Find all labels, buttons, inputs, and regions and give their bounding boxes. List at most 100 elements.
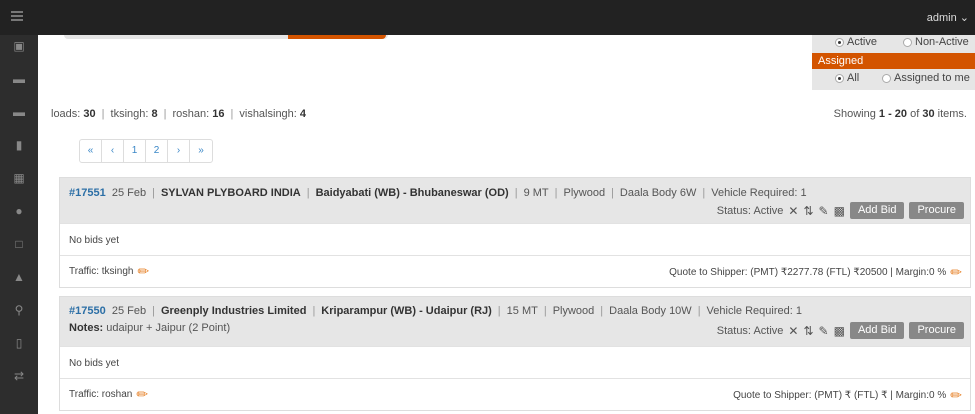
notes-label: Notes: [69,322,104,334]
radio-empty-icon [882,73,891,83]
load-weight: 9 MT [523,187,549,199]
showing-prefix: Showing [833,108,876,120]
count-value: 16 [212,108,225,120]
edit-quote-icon[interactable]: ✏ [950,265,962,279]
truck-icon[interactable]: ▬ [11,72,27,86]
pagination: « ‹ 1 2 › » [79,139,213,163]
assigned-all-label: All [847,72,860,84]
quote-text: Quote to Shipper: (PMT) ₹ (FTL) ₹ | Marg… [733,389,947,401]
chevron-down-icon: ⌄ [959,12,969,24]
close-icon[interactable]: ✕ [788,204,798,218]
load-card: #17551 25 Feb | SYLVAN PLYBOARD INDIA | Baid… [59,177,971,288]
next-page-button[interactable]: › [168,140,190,162]
filter-panel: Active Non-Active Assigned All Assigned … [812,35,975,90]
search-button[interactable] [288,35,386,39]
load-company: SYLVAN PLYBOARD INDIA [160,187,301,199]
document-icon[interactable]: □ [11,237,27,251]
load-summary: #17550 25 Feb | Greenply Industries Limite… [69,305,802,317]
chart-icon[interactable]: ▮ [11,138,27,152]
report-icon[interactable]: ▦ [11,171,27,185]
load-material: Plywood [563,187,606,199]
load-id-link[interactable]: #17550 [69,305,106,317]
last-page-button[interactable]: » [190,140,212,162]
load-status: Status: Active [716,204,784,217]
first-page-button[interactable]: « [80,140,102,162]
radio-selected-icon [835,37,844,47]
load-id-link[interactable]: #17551 [69,187,106,199]
load-card: #17550 25 Feb | Greenply Industries Limite… [59,296,971,411]
quote-info: Quote to Shipper: (PMT) ₹2277.78 (FTL) ₹… [669,265,962,279]
load-summary: #17551 25 Feb | SYLVAN PLYBOARD INDIA | Baid… [69,187,807,199]
retweet-icon[interactable]: ⇅ [803,204,813,218]
status-inactive-label: Non-Active [915,36,969,48]
assigned-me-label: Assigned to me [894,72,970,84]
add-bid-button[interactable]: Add Bid [849,322,905,339]
radio-selected-icon [835,73,844,83]
edit-quote-icon[interactable]: ✏ [950,388,962,402]
search-icon[interactable]: ⚲ [11,303,27,317]
status-active-radio[interactable]: Active [835,36,877,48]
hamburger-menu-icon[interactable] [11,11,23,21]
load-vehicle: Daala Body 10W [609,305,692,317]
edit-icon[interactable]: ✎ [819,324,829,338]
user-menu[interactable]: admin ⌄ [927,11,969,24]
assigned-me-radio[interactable]: Assigned to me [882,72,970,84]
bids-text: No bids yet [69,235,120,246]
prev-page-button[interactable]: ‹ [102,140,124,162]
assigned-all-radio[interactable]: All [835,72,859,84]
person-icon[interactable]: ● [11,204,27,218]
procure-button[interactable]: Procure [909,202,964,219]
count-value: 8 [151,108,158,120]
add-bid-button[interactable]: Add Bid [849,202,905,219]
load-status-area: Status: Active ✕ ⇅ ✎ ▩ Add Bid Procure [717,322,964,339]
bids-row: No bids yet [60,346,970,378]
load-route: Kriparampur (WB) - Udaipur (RJ) [321,305,492,317]
edit-traffic-icon[interactable]: ✏ [136,387,148,401]
traffic-row: Traffic: roshan ✏ Quote to Shipper: (PMT)… [60,378,970,410]
truck-moving-icon[interactable]: ▬ [11,105,27,119]
count-label: loads: [51,108,81,120]
assigned-filter: All Assigned to me [812,72,975,88]
status-filter: Active Non-Active [812,36,975,52]
count-label: roshan: [172,108,210,120]
top-bar: admin ⌄ [0,0,975,35]
radio-empty-icon [903,37,912,47]
load-vehicle-required: Vehicle Required: 1 [711,187,807,199]
folder-icon[interactable]: ▩ [834,204,845,218]
showing-total: 30 [922,108,935,120]
status-inactive-radio[interactable]: Non-Active [903,36,969,48]
page-1-button[interactable]: 1 [124,140,146,162]
truck-icon[interactable]: ▣ [11,39,27,53]
load-route: Baidyabati (WB) - Bhubaneswar (OD) [315,187,509,199]
load-card-header: #17550 25 Feb | Greenply Industries Limite… [60,297,970,346]
load-status-area: Status: Active ✕ ⇅ ✎ ▩ Add Bid Procure [717,202,964,219]
retweet-icon[interactable]: ⇅ [803,324,813,338]
folder-icon[interactable]: ▩ [834,324,845,338]
load-vehicle: Daala Body 6W [619,187,697,199]
load-counts: loads: 30 | tksingh: 8 | roshan: 16 | vishalsi… [51,108,307,120]
count-value: 4 [299,108,307,120]
showing-summary: Showing 1 - 20 of 30 items. [834,108,967,120]
load-vehicle-required: Vehicle Required: 1 [706,305,802,317]
count-value: 30 [83,108,96,120]
bids-text: No bids yet [69,358,120,369]
arrows-icon[interactable]: ⇄ [11,369,27,383]
traffic-text: Traffic: tksingh [69,265,134,277]
sidebar: ▣ ▬ ▬ ▮ ▦ ● □ ▲ ⚲ ▯ ⇄ [0,35,38,414]
columns-icon[interactable]: ▯ [11,336,27,350]
load-date: 25 Feb [111,305,147,317]
edit-traffic-icon[interactable]: ✏ [137,264,149,278]
user-name: admin [926,12,957,24]
edit-icon[interactable]: ✎ [819,204,829,218]
showing-suffix: items. [937,108,967,120]
page-2-button[interactable]: 2 [146,140,168,162]
procure-button[interactable]: Procure [909,322,964,339]
close-icon[interactable]: ✕ [788,324,798,338]
assigned-heading: Assigned [812,53,975,69]
notes-text: udaipur + Jaipur (2 Point) [106,322,231,334]
load-weight: 15 MT [506,305,538,317]
load-date: 25 Feb [111,187,147,199]
load-card-header: #17551 25 Feb | SYLVAN PLYBOARD INDIA | Baid… [60,178,970,223]
money-bag-icon[interactable]: ▲ [11,270,27,284]
status-active-label: Active [847,36,877,48]
